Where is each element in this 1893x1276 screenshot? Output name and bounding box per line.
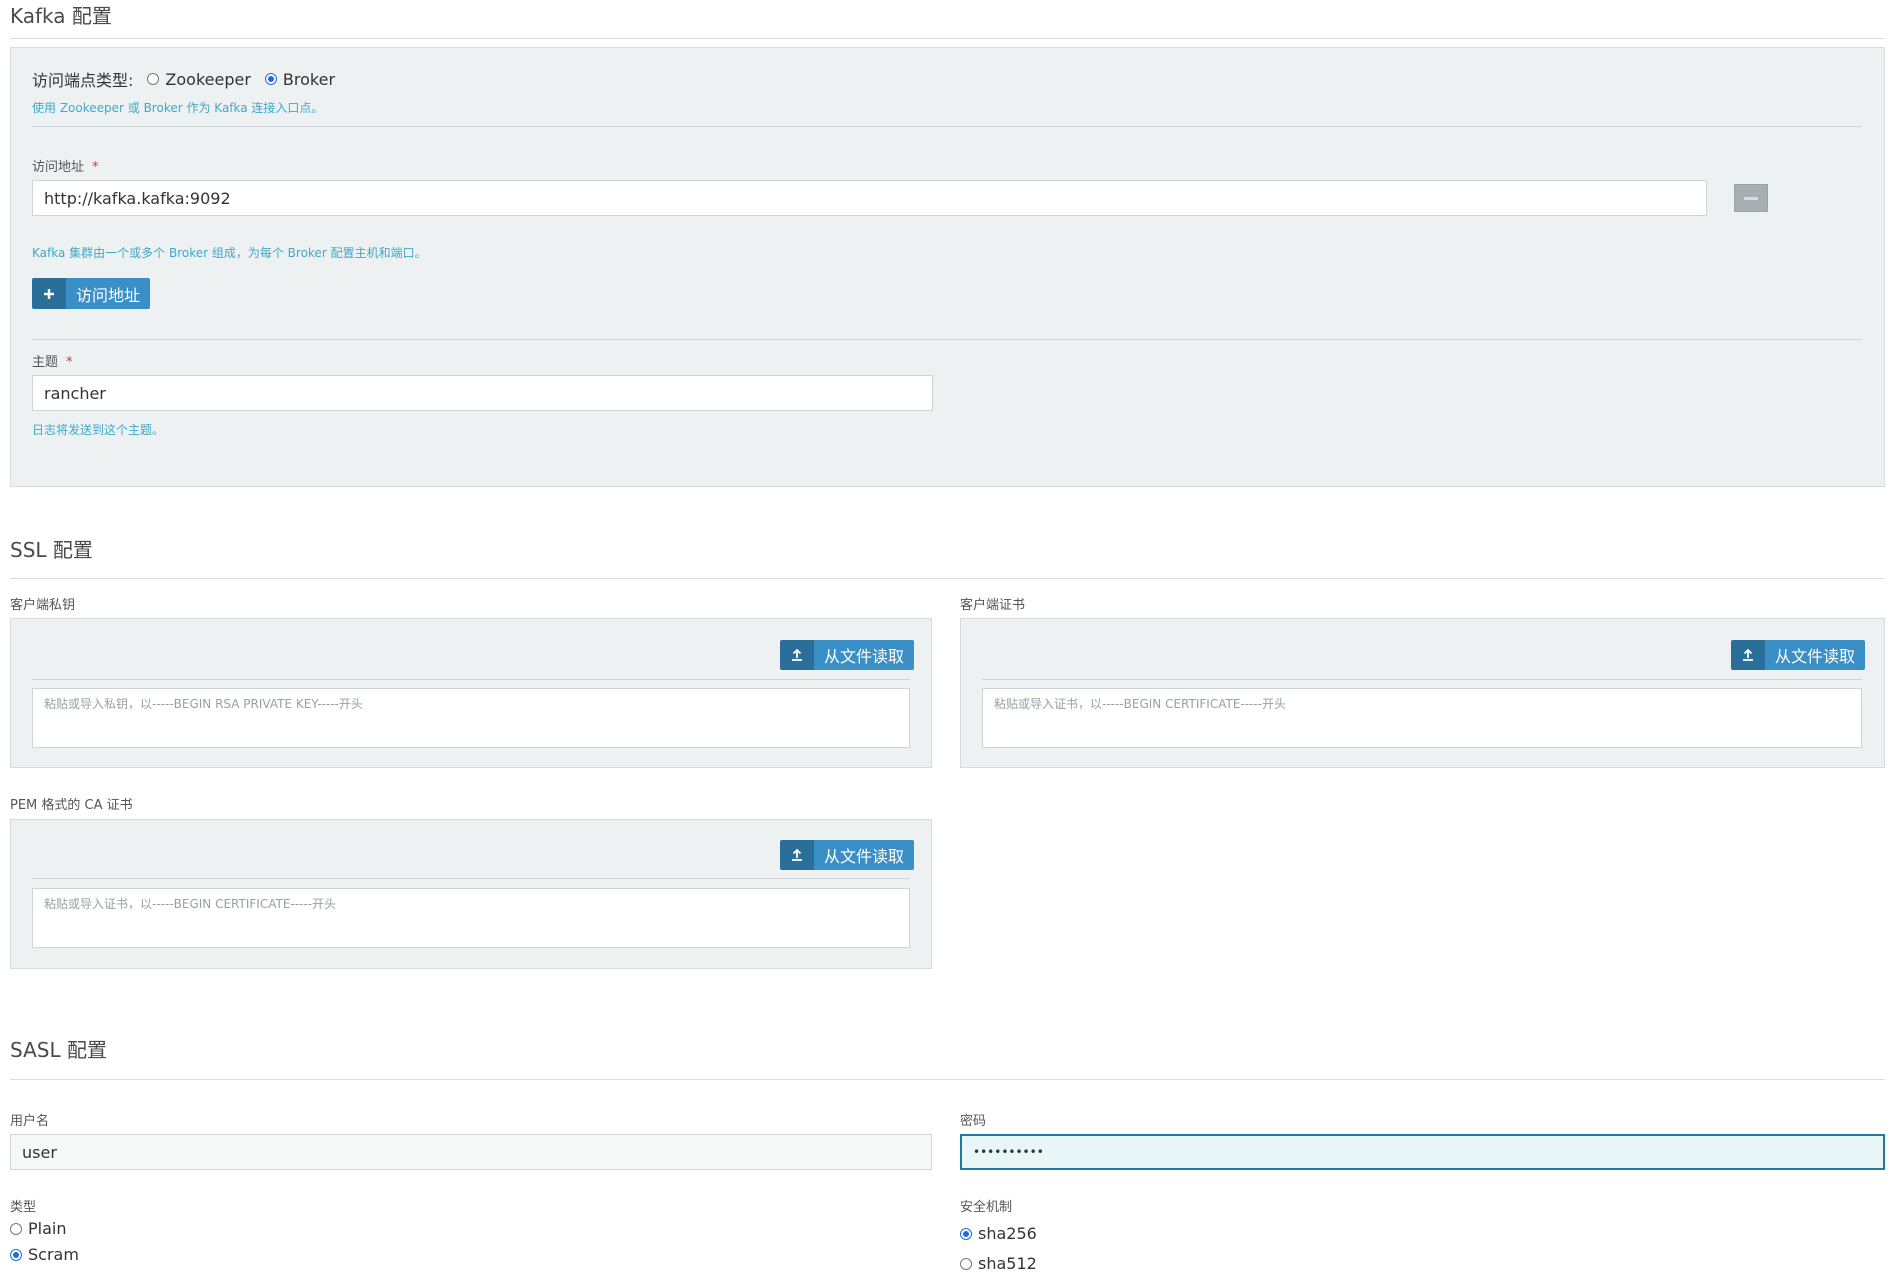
- mechanism-radio-sha256[interactable]: sha256: [960, 1224, 1037, 1243]
- endpoint-radio-zookeeper-label: Zookeeper: [165, 69, 251, 89]
- sasl-title-divider: [10, 1079, 1885, 1080]
- address-divider: [32, 339, 1862, 340]
- remove-address-button[interactable]: [1734, 184, 1768, 212]
- plus-icon: [32, 278, 66, 309]
- address-label-row: 访问地址 *: [32, 156, 99, 175]
- client-key-read-file-button[interactable]: 从文件读取: [780, 640, 915, 670]
- ssl-title-divider: [10, 578, 1885, 579]
- ca-cert-placeholder: 粘贴或导入证书，以-----BEGIN CERTIFICATE-----开头: [44, 897, 337, 911]
- endpoint-radio-broker[interactable]: Broker: [264, 69, 336, 89]
- topic-label: 主题: [32, 355, 59, 370]
- address-label: 访问地址: [32, 160, 85, 175]
- radio-icon: [147, 73, 160, 85]
- mechanism-radio-sha256-label: sha256: [978, 1224, 1037, 1243]
- client-cert-textarea[interactable]: 粘贴或导入证书，以-----BEGIN CERTIFICATE-----开头: [982, 688, 1862, 748]
- upload-icon: [1731, 640, 1765, 670]
- topic-input-value: rancher: [44, 383, 106, 403]
- topic-label-row: 主题 *: [32, 351, 73, 370]
- ca-cert-textarea[interactable]: 粘贴或导入证书，以-----BEGIN CERTIFICATE-----开头: [32, 888, 910, 948]
- add-address-button[interactable]: 访问地址: [32, 278, 151, 309]
- radio-icon: [10, 1222, 22, 1235]
- client-cert-read-file-button[interactable]: 从文件读取: [1731, 640, 1866, 670]
- radio-selected-icon: [264, 73, 277, 85]
- upload-icon: [780, 840, 814, 870]
- client-key-placeholder: 粘贴或导入私钥，以-----BEGIN RSA PRIVATE KEY-----…: [44, 697, 363, 711]
- username-input[interactable]: user: [10, 1134, 932, 1170]
- address-input-value: http://kafka.kafka:9092: [44, 188, 231, 208]
- username-label: 用户名: [10, 1114, 50, 1129]
- sasl-type-label: 类型: [10, 1200, 37, 1215]
- password-label: 密码: [960, 1114, 987, 1129]
- client-key-divider: [32, 679, 910, 680]
- minus-icon: [1744, 196, 1758, 200]
- radio-selected-icon: [960, 1227, 972, 1240]
- ca-cert-divider: [32, 878, 910, 879]
- ca-cert-label: PEM 格式的 CA 证书: [10, 798, 133, 813]
- sasl-type-radio-plain-label: Plain: [28, 1219, 67, 1238]
- address-required-mark: *: [92, 160, 99, 175]
- address-help-text: Kafka 集群由一个或多个 Broker 组成，为每个 Broker 配置主机…: [32, 246, 427, 260]
- client-cert-read-file-label: 从文件读取: [1765, 640, 1866, 670]
- username-input-value: user: [22, 1142, 57, 1162]
- add-address-button-label: 访问地址: [66, 278, 151, 309]
- mechanism-radio-sha512-label: sha512: [978, 1254, 1037, 1273]
- topic-input[interactable]: rancher: [32, 375, 933, 411]
- endpoint-type-label: 访问端点类型:: [32, 71, 134, 90]
- address-input[interactable]: http://kafka.kafka:9092: [32, 180, 1707, 216]
- ssl-section-title: SSL 配置: [10, 538, 93, 562]
- radio-icon: [960, 1257, 972, 1270]
- mechanism-radio-sha512[interactable]: sha512: [960, 1254, 1037, 1273]
- mechanism-label: 安全机制: [960, 1200, 1013, 1215]
- password-input[interactable]: ••••••••••: [960, 1134, 1885, 1170]
- password-input-value: ••••••••••: [973, 1145, 1044, 1159]
- client-cert-label: 客户端证书: [960, 598, 1026, 613]
- radio-selected-icon: [10, 1248, 22, 1261]
- client-key-read-file-label: 从文件读取: [814, 640, 915, 670]
- sasl-type-radio-plain[interactable]: Plain: [10, 1219, 66, 1238]
- endpoint-radio-zookeeper[interactable]: Zookeeper: [147, 70, 251, 89]
- topic-help-text: 日志将发送到这个主题。: [32, 423, 165, 437]
- ca-cert-read-file-button[interactable]: 从文件读取: [780, 840, 915, 870]
- endpoint-type-row: 访问端点类型: Zookeeper Broker: [32, 67, 335, 91]
- client-cert-placeholder: 粘贴或导入证书，以-----BEGIN CERTIFICATE-----开头: [994, 697, 1287, 711]
- endpoint-help-text: 使用 Zookeeper 或 Broker 作为 Kafka 连接入口点。: [32, 101, 324, 115]
- upload-icon: [780, 640, 814, 670]
- ca-cert-read-file-label: 从文件读取: [814, 840, 915, 870]
- sasl-type-radio-scram[interactable]: Scram: [10, 1245, 79, 1264]
- sasl-type-radio-scram-label: Scram: [28, 1245, 79, 1264]
- endpoint-divider: [32, 126, 1862, 127]
- kafka-section-title: Kafka 配置: [10, 4, 112, 28]
- client-key-textarea[interactable]: 粘贴或导入私钥，以-----BEGIN RSA PRIVATE KEY-----…: [32, 688, 910, 748]
- client-key-label: 客户端私钥: [10, 598, 76, 613]
- sasl-section-title: SASL 配置: [10, 1038, 107, 1062]
- topic-required-mark: *: [66, 355, 73, 370]
- client-cert-divider: [982, 679, 1862, 680]
- kafka-title-divider: [10, 38, 1885, 39]
- endpoint-radio-broker-label: Broker: [282, 69, 336, 89]
